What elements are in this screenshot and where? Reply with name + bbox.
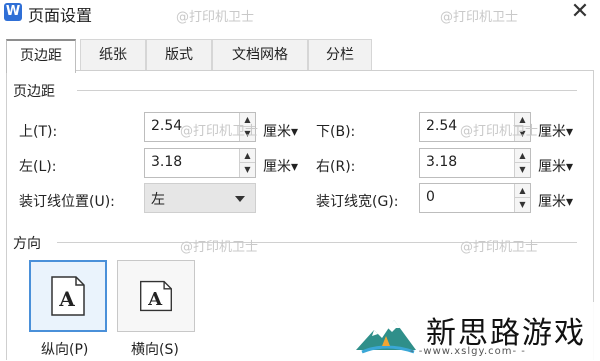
dialog-title: 页面设置 [28,6,93,25]
portrait-button[interactable]: A [29,260,107,332]
bottom-margin-unit-dropdown[interactable]: 厘米▾ [538,121,573,141]
gutter-position-select[interactable]: 左 [144,183,256,213]
right-margin-label: 右(R): [316,159,356,175]
top-margin-value[interactable]: 2.54 [151,118,182,134]
decrement-icon[interactable]: ▼ [240,163,255,177]
gutter-position-label: 装订线位置(U): [19,194,115,210]
top-margin-stepper[interactable]: 2.54 ▲ ▼ [144,112,256,142]
gutter-width-value[interactable]: 0 [426,189,435,205]
landscape-glyph: A [147,289,163,310]
section-divider [77,90,577,91]
gutter-width-unit-dropdown[interactable]: 厘米▾ [538,191,573,211]
increment-icon[interactable]: ▲ [240,149,255,163]
section-divider [57,242,577,243]
top-margin-label: 上(T): [19,124,58,140]
decrement-icon[interactable]: ▼ [240,127,255,141]
decrement-icon[interactable]: ▼ [515,127,530,141]
left-margin-value[interactable]: 3.18 [151,154,182,170]
tab-columns[interactable]: 分栏 [308,39,372,71]
top-margin-unit-dropdown[interactable]: 厘米▾ [263,121,298,141]
bottom-margin-value[interactable]: 2.54 [426,118,457,134]
tab-bar: 页边距 纸张 版式 文档网格 分栏 [6,39,594,73]
increment-icon[interactable]: ▲ [515,149,530,163]
section-title-orientation: 方向 [13,233,47,253]
brand-overlay: 新思路游戏 - -www.xslgy.com- - [352,302,600,361]
tab-paper[interactable]: 纸张 [80,39,146,71]
left-margin-spin-buttons: ▲ ▼ [239,149,255,177]
brand-url: - -www.xslgy.com- - [410,346,526,357]
title-bar: W 页面设置 ✕ [0,0,600,30]
right-margin-spin-buttons: ▲ ▼ [514,149,530,177]
portrait-page-icon: A [51,276,85,316]
wps-logo-icon: W [4,3,22,21]
right-margin-unit-dropdown[interactable]: 厘米▾ [538,156,573,176]
tab-layout[interactable]: 版式 [146,39,212,71]
gutter-width-spin-buttons: ▲ ▼ [514,184,530,212]
close-button[interactable]: ✕ [568,0,592,24]
tab-document-grid[interactable]: 文档网格 [212,39,308,71]
landscape-label[interactable]: 横向(S) [131,339,179,359]
bottom-margin-label: 下(B): [316,124,356,140]
section-title-margins: 页边距 [13,81,61,101]
right-margin-value[interactable]: 3.18 [426,154,457,170]
increment-icon[interactable]: ▲ [515,113,530,127]
top-margin-spin-buttons: ▲ ▼ [239,113,255,141]
increment-icon[interactable]: ▲ [515,184,530,198]
left-margin-unit-dropdown[interactable]: 厘米▾ [263,156,298,176]
landscape-page-icon: A [140,280,172,312]
tab-margins[interactable]: 页边距 [6,39,76,73]
decrement-icon[interactable]: ▼ [515,198,530,212]
portrait-glyph: A [58,287,75,311]
gutter-position-value: 左 [151,192,165,208]
decrement-icon[interactable]: ▼ [515,163,530,177]
portrait-label[interactable]: 纵向(P) [41,339,88,359]
bottom-margin-spin-buttons: ▲ ▼ [514,113,530,141]
gutter-width-label: 装订线宽(G): [316,194,399,210]
landscape-button[interactable]: A [117,260,195,332]
left-margin-stepper[interactable]: 3.18 ▲ ▼ [144,148,256,178]
right-margin-stepper[interactable]: 3.18 ▲ ▼ [419,148,531,178]
chevron-down-icon [235,196,245,202]
bottom-margin-stepper[interactable]: 2.54 ▲ ▼ [419,112,531,142]
left-margin-label: 左(L): [19,159,57,175]
increment-icon[interactable]: ▲ [240,113,255,127]
gutter-width-stepper[interactable]: 0 ▲ ▼ [419,183,531,213]
